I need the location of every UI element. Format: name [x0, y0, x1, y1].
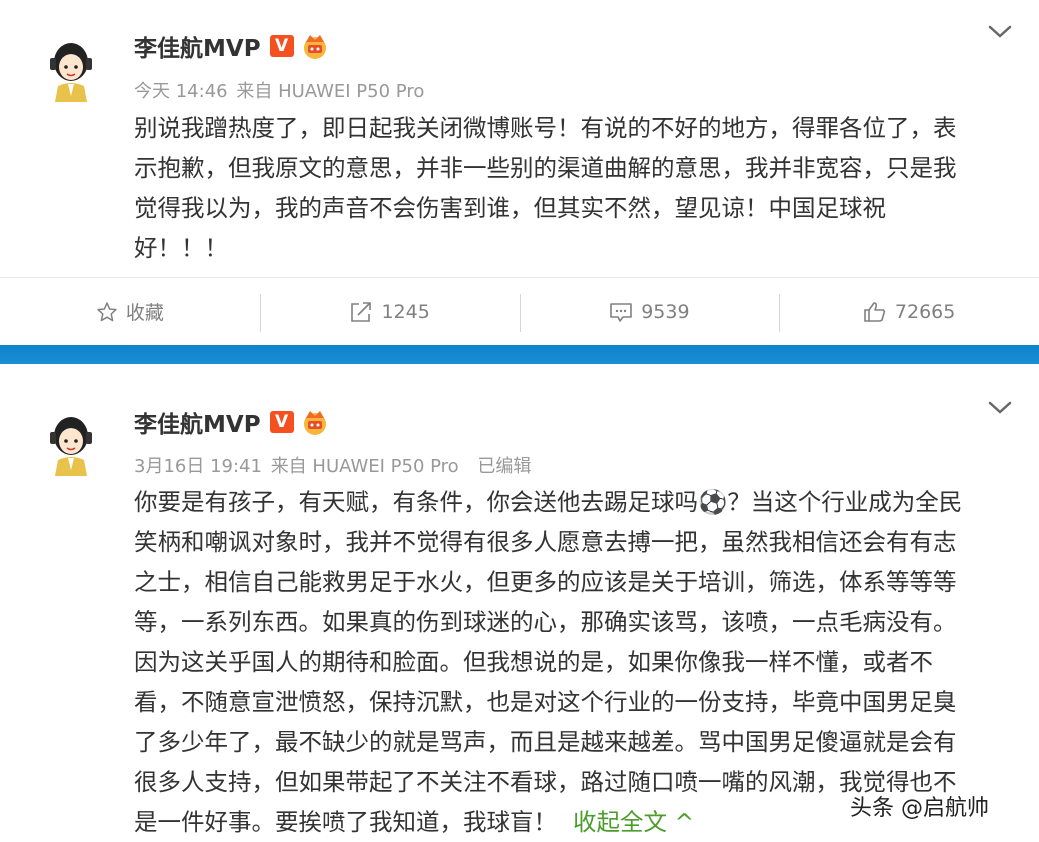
comment-icon: [610, 302, 632, 322]
chevron-down-icon[interactable]: [985, 22, 1015, 42]
content-line: 别说我蹭热度了，即日起我关闭微博账号！有说的不好的地方，得罪各位了，表: [134, 114, 957, 142]
favorite-button[interactable]: 收藏: [0, 278, 260, 345]
content-line-text: 是一件好事。要挨喷了我知道，我球盲！: [134, 808, 557, 836]
post-source: 来自 HUAWEI P50 Pro: [270, 456, 459, 477]
like-count: 72665: [894, 300, 956, 323]
post-source: 来自 HUAWEI P50 Pro: [236, 81, 425, 102]
content-line: 觉得我以为，我的声音不会伤害到谁，但其实不然，望见谅！中国足球祝: [134, 194, 886, 222]
content-line: 你要是有孩子，有天赋，有条件，你会送他去踢足球吗⚽？当这个行业成为全民: [134, 488, 963, 516]
content-line: 因为这关乎国人的期待和脸面。但我想说的是，如果你像我一样不懂，或者不: [134, 648, 933, 676]
chevron-down-icon[interactable]: [985, 398, 1015, 418]
post-meta: 3月16日 19:41 来自 HUAWEI P50 Pro 已编辑: [134, 452, 534, 478]
comment-count: 9539: [641, 300, 690, 323]
avatar[interactable]: [46, 36, 96, 102]
author-name[interactable]: 李佳航MVP: [134, 29, 261, 63]
content-line: 等，一系列东西。如果真的伤到球迷的心，那确实该骂，该喷，一点毛病没有。: [134, 608, 957, 636]
post-time[interactable]: 今天 14:46: [134, 81, 228, 102]
content-line: 了多少年了，最不缺少的就是骂声，而且是越来越差。骂中国男足傻逼就是会有: [134, 728, 957, 756]
author-row: 李佳航MVP V: [134, 406, 330, 438]
watermark: 头条 @启航帅: [850, 796, 989, 821]
like-button[interactable]: 72665: [779, 278, 1039, 345]
post-action-bar: 收藏 1245 9539 72665: [0, 277, 1039, 345]
crown-badge-icon[interactable]: [300, 32, 330, 60]
edited-label[interactable]: 已编辑: [477, 456, 531, 477]
author-row: 李佳航MVP V: [134, 30, 330, 62]
thumbs-up-icon: [864, 301, 886, 322]
post-time[interactable]: 3月16日 19:41: [134, 456, 262, 477]
content-line: 笑柄和嘲讽对象时，我并不觉得有很多人愿意去搏一把，虽然我相信还会有有志: [134, 528, 957, 556]
content-line: 看，不随意宣泄愤怒，保持沉默，也是对这个行业的一份支持，毕竟中国男足臭: [134, 688, 957, 716]
repost-button[interactable]: 1245: [259, 278, 520, 345]
section-divider: [0, 345, 1039, 364]
weibo-post: 李佳航MVP V 今天 14:46 来自 HUAWEI P50 Pro 别说我蹭…: [0, 0, 1039, 345]
repost-count: 1245: [381, 300, 430, 323]
comment-button[interactable]: 9539: [519, 278, 780, 345]
post-content: 别说我蹭热度了，即日起我关闭微博账号！有说的不好的地方，得罪各位了，表 示抱歉，…: [134, 108, 1014, 268]
content-line: 好！！！: [134, 234, 228, 262]
content-line: 之士，相信自己能救男足于水火，但更多的应该是关于培训，筛选，体系等等等: [134, 568, 957, 596]
weibo-post: 李佳航MVP V 3月16日 19:41 来自 HUAWEI P50 Pro 已…: [0, 364, 1039, 842]
post-meta: 今天 14:46 来自 HUAWEI P50 Pro: [134, 77, 427, 103]
author-name[interactable]: 李佳航MVP: [134, 405, 261, 439]
favorite-label: 收藏: [125, 302, 164, 324]
post-content: 你要是有孩子，有天赋，有条件，你会送他去踢足球吗⚽？当这个行业成为全民 笑柄和嘲…: [134, 482, 1014, 842]
avatar[interactable]: [46, 410, 96, 476]
share-icon: [351, 301, 372, 322]
star-icon: [97, 301, 117, 321]
content-line: 示抱歉，但我原文的意思，并非一些别的渠道曲解的意思，我并非宽容，只是我: [134, 154, 957, 182]
collapse-full-text-link[interactable]: 收起全文 ^: [573, 808, 694, 836]
verified-badge[interactable]: V: [269, 35, 294, 57]
crown-badge-icon[interactable]: [300, 408, 330, 436]
verified-badge[interactable]: V: [269, 411, 294, 433]
